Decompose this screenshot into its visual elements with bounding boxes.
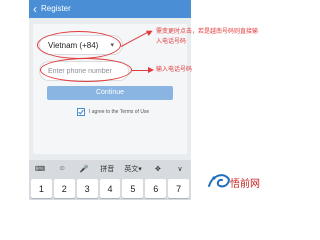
keyboard-icon[interactable]: ⌨ (34, 160, 46, 177)
emoji-icon[interactable]: ☺ (56, 160, 68, 177)
watermark-logo: 悟前网 (208, 174, 260, 190)
phone-highlight-oval (40, 58, 132, 82)
key-2[interactable]: 2 (53, 179, 75, 198)
key-5[interactable]: 5 (122, 179, 144, 198)
country-highlight-oval (37, 31, 121, 59)
continue-button[interactable]: Continue (47, 86, 173, 100)
back-icon[interactable]: ‹ (29, 0, 41, 18)
key-1[interactable]: 1 (31, 179, 52, 198)
pinyin-button[interactable]: 拼音 (100, 160, 114, 177)
collapse-icon[interactable]: ∨ (174, 160, 186, 177)
terms-label: I agree to the Terms of Use (89, 109, 150, 115)
key-3[interactable]: 3 (76, 179, 98, 198)
move-icon[interactable]: ✥ (152, 160, 164, 177)
annotation-note-2: 输入电话号码 (156, 67, 193, 73)
english-button[interactable]: 英文▾ (124, 160, 142, 177)
key-7[interactable]: 7 (168, 179, 190, 198)
check-icon (78, 109, 84, 115)
key-4[interactable]: 4 (99, 179, 121, 198)
page-title: Register (41, 4, 71, 13)
number-keyboard: 1 2 3 4 5 6 7 (29, 177, 191, 200)
terms-checkbox[interactable] (77, 108, 85, 116)
title-bar: ‹ Register (29, 0, 191, 18)
annotation-note-1-line-1: 需变更时点击，若是越南号码则直接输 (156, 29, 259, 35)
svg-text:悟前网: 悟前网 (230, 177, 260, 190)
annotation-note-1-line-2: 入电话号码 (156, 39, 187, 45)
ime-toolbar: ⌨ ☺ 🎤 拼音 英文▾ ✥ ∨ (29, 160, 191, 177)
annotation-arrow-head-2 (148, 67, 154, 73)
terms-agreement[interactable]: I agree to the Terms of Use (77, 108, 149, 116)
microphone-icon[interactable]: 🎤 (78, 160, 90, 177)
key-6[interactable]: 6 (145, 179, 167, 198)
